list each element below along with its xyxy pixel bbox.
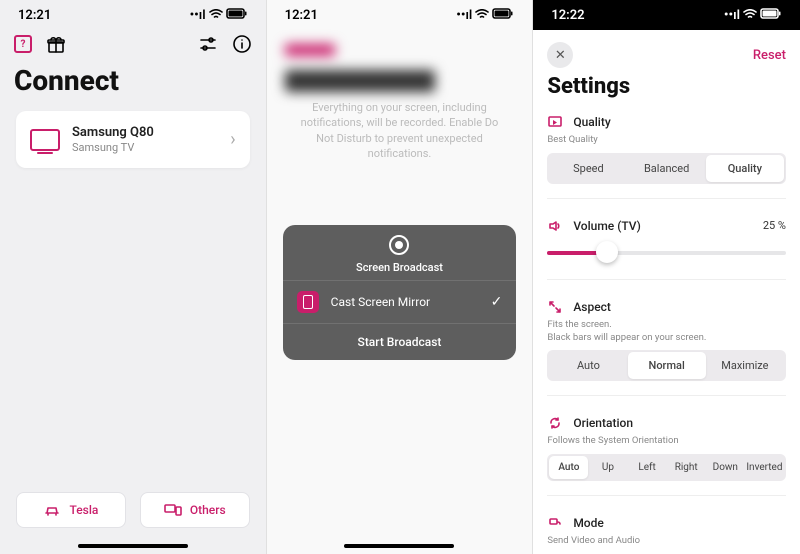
volume-slider[interactable]: [547, 243, 786, 263]
page-title: Connect: [0, 58, 266, 111]
signal-icon: ••ıl: [456, 8, 472, 23]
settings-title: Settings: [533, 70, 800, 111]
device-sub: Samsung TV: [72, 141, 218, 154]
signal-icon: ••ıl: [724, 8, 740, 23]
aspect-icon: [547, 300, 563, 314]
broadcast-title: Screen Broadcast: [356, 261, 443, 274]
section-volume: Volume (TV) 25 %: [533, 215, 800, 296]
start-broadcast-button[interactable]: Start Broadcast: [283, 324, 517, 360]
status-bar: 12:21 ••ıl: [0, 0, 266, 30]
broadcast-sheet: Screen Broadcast Cast Screen Mirror ✓ St…: [283, 225, 517, 360]
status-time: 12:22: [551, 8, 584, 23]
device-card-samsung[interactable]: Samsung Q80 Samsung TV ›: [16, 111, 250, 168]
section-mode: Mode Send Video and Audio: [533, 512, 800, 554]
device-text: Samsung Q80 Samsung TV: [72, 125, 218, 154]
divider: [547, 495, 786, 496]
wifi-icon: [743, 8, 757, 23]
broadcast-app-row[interactable]: Cast Screen Mirror ✓: [283, 280, 517, 324]
orientation-left[interactable]: Left: [628, 456, 667, 479]
aspect-auto[interactable]: Auto: [549, 352, 627, 379]
divider: [547, 395, 786, 396]
orientation-auto[interactable]: Auto: [549, 456, 588, 479]
orientation-inverted[interactable]: Inverted: [745, 456, 784, 479]
others-button[interactable]: Others: [140, 492, 250, 528]
aspect-maximize[interactable]: Maximize: [706, 352, 784, 379]
screen-connect: 12:21 ••ıl ? Connect Samsung Q80 Samsung…: [0, 0, 267, 554]
info-icon[interactable]: [232, 34, 252, 54]
status-bar: 12:22 ••ıl: [533, 0, 800, 30]
quality-speed[interactable]: Speed: [549, 155, 627, 182]
chevron-right-icon: ›: [230, 129, 235, 150]
broadcast-app-name: Cast Screen Mirror: [331, 295, 430, 309]
battery-icon: [492, 8, 514, 23]
others-label: Others: [190, 503, 226, 517]
quality-quality[interactable]: Quality: [706, 155, 784, 182]
quality-segment: Speed Balanced Quality: [547, 153, 786, 184]
volume-icon: [547, 219, 563, 233]
top-toolbar: ?: [0, 30, 266, 58]
section-orientation: Orientation Follows the System Orientati…: [533, 412, 800, 512]
volume-label: Volume (TV): [573, 219, 641, 233]
mode-sub: Send Video and Audio: [547, 535, 786, 548]
orientation-label: Orientation: [573, 416, 633, 430]
aspect-normal[interactable]: Normal: [628, 352, 706, 379]
tesla-button[interactable]: Tesla: [16, 492, 126, 528]
battery-icon: [226, 8, 248, 23]
wifi-icon: [209, 8, 223, 23]
checkmark-icon: ✓: [491, 294, 503, 310]
screen-broadcast: 12:21 ••ıl Everything on your screen, in…: [267, 0, 534, 554]
divider: [547, 198, 786, 199]
home-indicator[interactable]: [78, 544, 188, 548]
section-quality: Quality Best Quality Speed Balanced Qual…: [533, 111, 800, 215]
aspect-label: Aspect: [573, 300, 611, 314]
status-icons: ••ıl: [724, 8, 782, 23]
help-icon[interactable]: ?: [14, 35, 32, 53]
tv-icon: [30, 129, 60, 151]
status-icons: ••ıl: [190, 8, 248, 23]
close-icon[interactable]: ✕: [547, 42, 573, 68]
quality-label: Quality: [573, 115, 610, 129]
bottom-button-row: Tesla Others: [16, 492, 250, 528]
status-bar: 12:21 ••ıl: [267, 0, 533, 30]
quality-sub: Best Quality: [547, 134, 786, 147]
divider: [547, 279, 786, 280]
orientation-sub: Follows the System Orientation: [547, 435, 786, 448]
wifi-icon: [475, 8, 489, 23]
devices-icon: [164, 503, 182, 517]
quality-balanced[interactable]: Balanced: [628, 155, 706, 182]
home-indicator[interactable]: [344, 544, 454, 548]
screen-settings: 12:22 ••ıl ✕ Reset Settings Quality Best…: [533, 0, 800, 554]
orientation-right[interactable]: Right: [667, 456, 706, 479]
slider-thumb[interactable]: [596, 241, 618, 263]
device-name: Samsung Q80: [72, 125, 218, 140]
orientation-down[interactable]: Down: [706, 456, 745, 479]
gift-icon[interactable]: [46, 34, 66, 54]
status-icons: ••ıl: [456, 8, 514, 23]
reset-button[interactable]: Reset: [753, 48, 786, 63]
app-icon: [297, 291, 319, 313]
mode-icon: [547, 516, 563, 530]
status-time: 12:21: [18, 8, 51, 23]
orientation-icon: [547, 416, 563, 430]
recording-notice: Everything on your screen, including not…: [281, 100, 519, 162]
aspect-segment: Auto Normal Maximize: [547, 350, 786, 381]
battery-icon: [760, 8, 782, 23]
mode-label: Mode: [573, 516, 604, 530]
quality-icon: [547, 115, 563, 129]
tesla-label: Tesla: [69, 503, 98, 517]
record-icon: [389, 235, 409, 255]
status-time: 12:21: [285, 8, 318, 23]
car-icon: [43, 503, 61, 517]
signal-icon: ••ıl: [190, 8, 206, 23]
settings-scroll[interactable]: ✕ Reset Settings Quality Best Quality Sp…: [533, 30, 800, 554]
aspect-sub: Fits the screen. Black bars will appear …: [547, 319, 786, 345]
settings-header-row: ✕ Reset: [533, 30, 800, 70]
sliders-icon[interactable]: [198, 34, 218, 54]
volume-value: 25 %: [763, 219, 786, 232]
orientation-up[interactable]: Up: [588, 456, 627, 479]
broadcast-header: Screen Broadcast: [283, 225, 517, 280]
section-aspect: Aspect Fits the screen. Black bars will …: [533, 296, 800, 413]
orientation-segment: Auto Up Left Right Down Inverted: [547, 454, 786, 481]
